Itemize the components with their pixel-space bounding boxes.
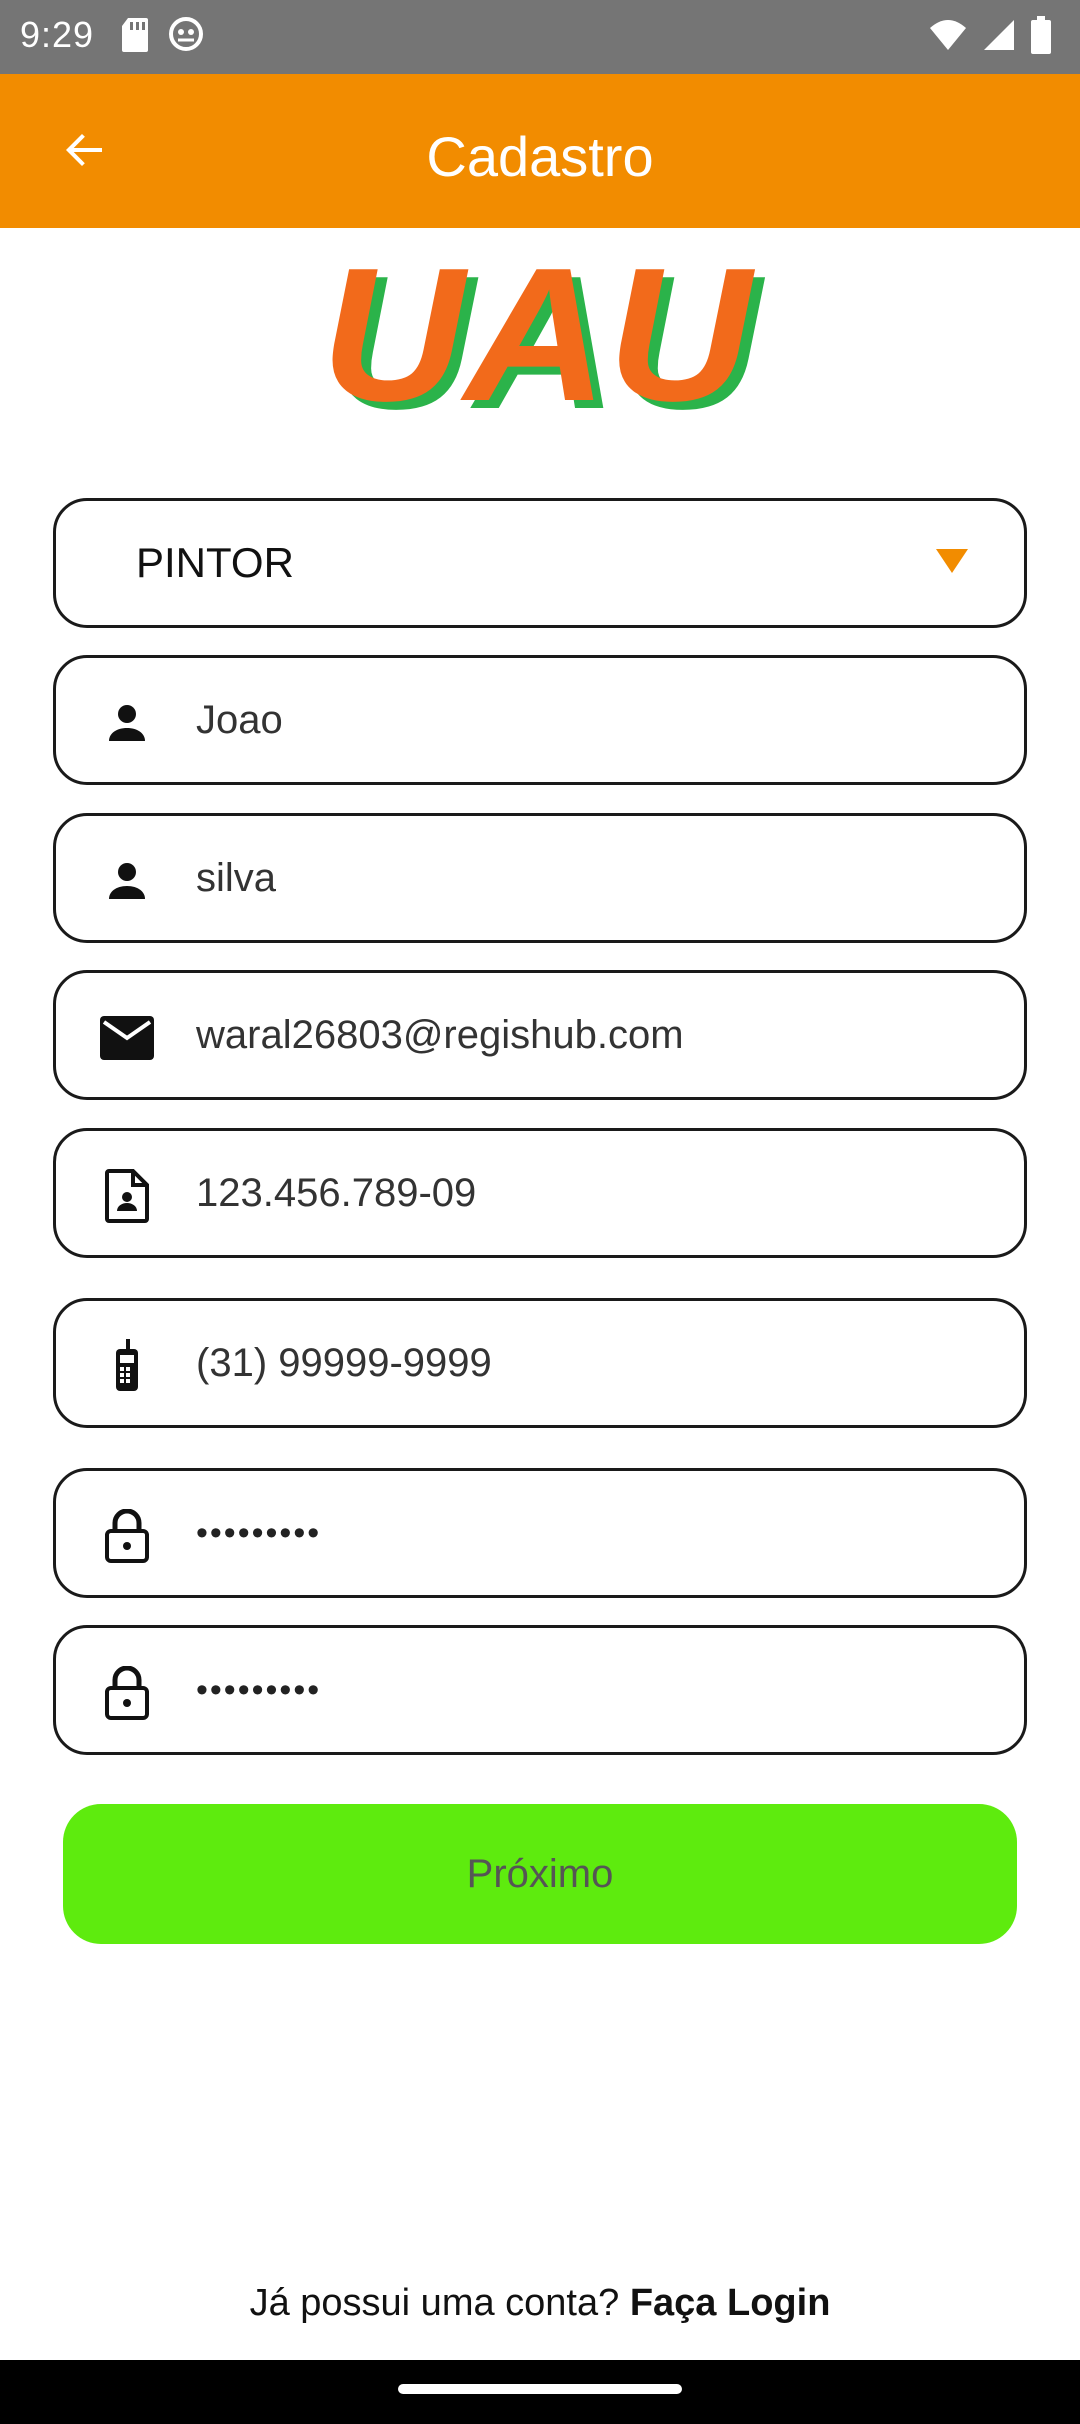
confirm-password-value: ••••••••• <box>196 1671 322 1709</box>
battery-icon <box>1030 16 1052 59</box>
email-value: waral26803@regishub.com <box>196 1013 684 1057</box>
home-gesture-handle[interactable] <box>398 2384 682 2394</box>
logo-text: UAU <box>321 258 756 423</box>
email-field[interactable]: waral26803@regishub.com <box>53 970 1027 1100</box>
phone-value: (31) 99999-9999 <box>196 1341 492 1385</box>
password-field[interactable]: ••••••••• <box>53 1468 1027 1598</box>
android-debug-icon <box>168 16 204 59</box>
person-icon <box>100 854 154 908</box>
mail-icon <box>100 1011 154 1065</box>
last-name-field[interactable]: silva <box>53 813 1027 943</box>
profession-select[interactable]: PINTOR <box>53 498 1027 628</box>
phone-icon <box>100 1339 154 1393</box>
confirm-password-field[interactable]: ••••••••• <box>53 1625 1027 1755</box>
document-icon <box>100 1169 154 1223</box>
status-bar: 9:29 <box>0 0 1080 74</box>
person-icon <box>100 696 154 750</box>
lock-icon <box>100 1509 154 1563</box>
page-title: Cadastro <box>426 125 654 188</box>
app-bar: Cadastro <box>0 74 1080 228</box>
login-link[interactable]: Faça Login <box>630 2282 831 2324</box>
dropdown-arrow-icon <box>936 549 968 573</box>
uau-logo: UAU UAU <box>310 229 770 449</box>
login-prompt-text: Já possui uma conta? <box>249 2282 630 2324</box>
sd-card-icon <box>120 16 150 59</box>
next-button-label: Próximo <box>466 1852 614 1896</box>
cpf-value: 123.456.789-09 <box>196 1171 477 1215</box>
cpf-field[interactable]: 123.456.789-09 <box>53 1128 1027 1258</box>
profession-select-value: PINTOR <box>136 539 294 586</box>
last-name-value: silva <box>196 856 277 900</box>
signal-icon <box>982 18 1016 57</box>
lock-icon <box>100 1666 154 1720</box>
password-value: ••••••••• <box>196 1514 322 1552</box>
navigation-bar <box>0 2360 1080 2424</box>
status-time: 9:29 <box>20 14 95 55</box>
wifi-icon <box>928 18 968 57</box>
first-name-value: Joao <box>196 698 283 742</box>
login-prompt: Já possui uma conta? Faça Login <box>0 2282 1080 2325</box>
phone-field[interactable]: (31) 99999-9999 <box>53 1298 1027 1428</box>
first-name-field[interactable]: Joao <box>53 655 1027 785</box>
next-button[interactable]: Próximo <box>63 1804 1017 1944</box>
